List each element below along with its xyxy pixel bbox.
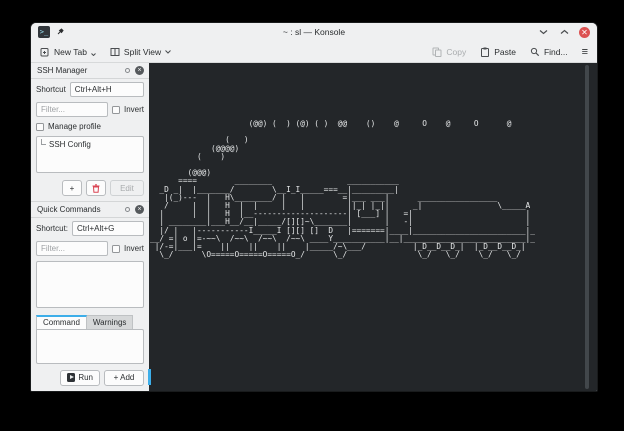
trash-icon [92, 184, 100, 193]
new-tab-button[interactable]: New Tab [40, 47, 96, 57]
new-tab-caret-icon[interactable] [91, 53, 96, 56]
manage-profile-checkbox[interactable] [36, 123, 44, 131]
tab-warnings[interactable]: Warnings [87, 315, 134, 329]
copy-button[interactable]: Copy [432, 47, 466, 57]
ssh-manager-header[interactable]: SSH Manager × [31, 63, 149, 79]
desktop: >_ ~ : sl — Konsole ✕ [0, 0, 624, 431]
paste-icon [480, 47, 490, 57]
ssh-invert-checkbox[interactable] [112, 106, 120, 114]
hamburger-menu-icon[interactable]: ≡ [582, 47, 588, 57]
konsole-window: >_ ~ : sl — Konsole ✕ [30, 22, 598, 392]
run-icon [67, 373, 75, 382]
ssh-manager-title: SSH Manager [37, 66, 87, 75]
terminal-scrollbar[interactable] [585, 65, 589, 389]
ssh-delete-button[interactable] [86, 180, 106, 196]
qc-run-button[interactable]: Run [60, 370, 100, 386]
ssh-shortcut-label: Shortcut [36, 85, 66, 94]
titlebar[interactable]: >_ ~ : sl — Konsole ✕ [31, 23, 597, 41]
ssh-manager-float-icon[interactable] [125, 68, 130, 73]
qc-invert-checkbox[interactable] [112, 245, 120, 253]
tab-command[interactable]: Command [36, 315, 87, 329]
toolbar: New Tab Split View [31, 41, 597, 63]
split-view-label: Split View [124, 47, 161, 57]
window-title: ~ : sl — Konsole [31, 27, 597, 37]
find-label: Find... [544, 47, 568, 57]
ssh-manager-close-icon[interactable]: × [135, 66, 144, 75]
quick-commands-float-icon[interactable] [125, 207, 130, 212]
split-view-caret-icon [165, 50, 171, 54]
qc-shortcut-label: Shortcut: [36, 224, 68, 233]
maximize-button[interactable] [558, 26, 570, 38]
new-tab-label: New Tab [54, 47, 87, 57]
minimize-button[interactable] [537, 26, 549, 38]
quick-commands-title: Quick Commands [37, 205, 101, 214]
qc-invert-label: Invert [124, 244, 144, 253]
pin-icon [56, 28, 64, 36]
ssh-add-button[interactable]: + [62, 180, 82, 196]
ssh-config-label: SSH Config [49, 140, 91, 149]
quick-commands-close-icon[interactable]: × [135, 205, 144, 214]
ssh-invert-label: Invert [124, 105, 144, 114]
run-label: Run [78, 373, 93, 382]
ssh-shortcut-field[interactable]: Ctrl+Alt+H [70, 82, 144, 97]
qc-tabs: Command Warnings [36, 315, 144, 329]
ssh-edit-button[interactable]: Edit [110, 180, 144, 196]
ssh-config-list[interactable]: SSH Config [36, 136, 144, 173]
qc-command-list[interactable] [36, 261, 144, 308]
split-view-button[interactable]: Split View [110, 47, 171, 57]
paste-button[interactable]: Paste [480, 47, 516, 57]
find-button[interactable]: Find... [530, 47, 568, 57]
manage-profile-label: Manage profile [48, 122, 101, 131]
sidebar: SSH Manager × Shortcut Ctrl+Alt+H Invert [31, 63, 149, 391]
qc-command-editor[interactable] [36, 329, 144, 364]
qc-filter-input[interactable] [36, 241, 108, 256]
konsole-app-icon: >_ [38, 26, 50, 38]
tree-elbow-icon [41, 139, 46, 145]
terminal-view[interactable]: (@@) ( ) (@) ( ) @@ () @ O @ O @ ( ) (@@… [149, 63, 597, 391]
qc-add-button[interactable]: + Add [104, 370, 144, 386]
close-button[interactable]: ✕ [579, 27, 590, 38]
new-tab-icon [40, 47, 50, 57]
split-view-icon [110, 47, 120, 57]
splitter-handle[interactable] [148, 369, 151, 385]
ssh-filter-input[interactable] [36, 102, 108, 117]
paste-label: Paste [494, 47, 516, 57]
terminal-ascii-art: (@@) ( ) (@) ( ) @@ () @ O @ O @ ( ) (@@… [149, 63, 597, 259]
copy-label: Copy [446, 47, 466, 57]
quick-commands-header[interactable]: Quick Commands × [31, 201, 149, 218]
qc-shortcut-field[interactable]: Ctrl+Alt+G [72, 221, 144, 236]
copy-icon [432, 47, 442, 57]
list-item-ssh-config[interactable]: SSH Config [41, 140, 139, 149]
search-icon [530, 47, 540, 57]
